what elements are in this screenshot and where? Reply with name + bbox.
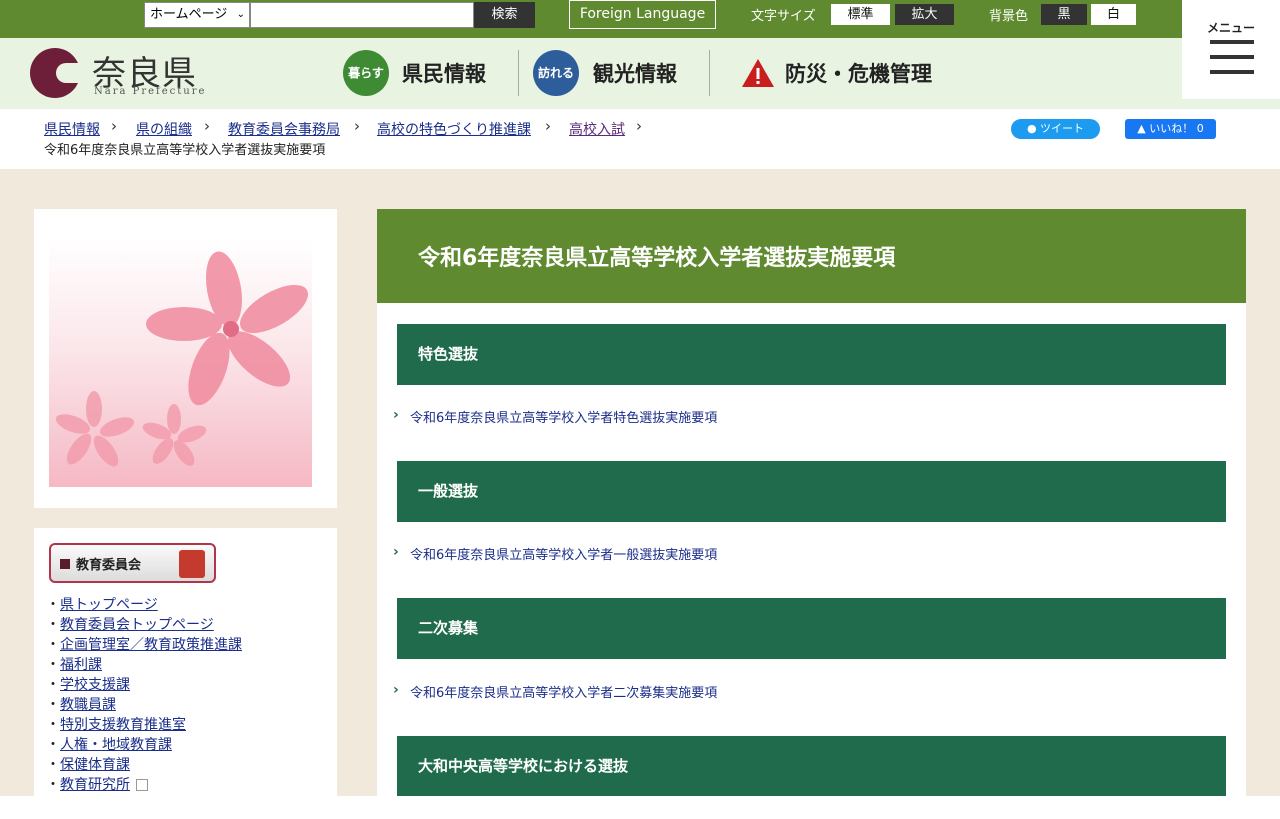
section-heading-text: 二次募集: [418, 619, 479, 637]
sidebar-link[interactable]: 学校支援課: [60, 677, 130, 693]
site-header: 奈良県 Nara Prefecture 暮らす 県民情報 訪れる 観光情報 防災…: [0, 38, 1182, 109]
like-button[interactable]: ▲ いいね！ 0: [1125, 119, 1216, 139]
sidebar-link[interactable]: 特別支援教育推進室: [60, 717, 186, 733]
breadcrumb-item[interactable]: 高校の特色づくり推進課: [377, 119, 531, 139]
sidebar-link[interactable]: 教育委員会トップページ: [60, 617, 214, 633]
sidebar-item: ・企画管理室／教育政策推進課: [46, 637, 242, 653]
bg-black-button[interactable]: 黒: [1041, 4, 1087, 25]
breadcrumb-item[interactable]: 高校入試: [569, 119, 625, 139]
chevron-right-icon: ›: [636, 117, 642, 135]
external-link-icon: [136, 779, 148, 791]
bottom-strip: [0, 796, 1280, 819]
sidebar-item: ・教育研究所: [46, 774, 148, 794]
sidebar-item: ・人権・地域教育課: [46, 737, 172, 753]
prefecture-logo-icon[interactable]: [30, 48, 82, 98]
section-link: › 令和6年度奈良県立高等学校入学者特色選抜実施要項: [393, 407, 717, 426]
hamburger-icon: [1210, 70, 1254, 74]
sidebar-item: ・県トップページ: [46, 597, 158, 613]
chevron-right-icon: ›: [111, 117, 117, 135]
book-icon: [179, 550, 205, 578]
section-heading: 二次募集: [397, 598, 1226, 659]
search-input[interactable]: [250, 2, 474, 28]
breadcrumb-item[interactable]: 教育委員会事務局: [228, 119, 340, 139]
search-button[interactable]: 検索: [474, 2, 535, 28]
sidebar-item: ・学校支援課: [46, 677, 130, 693]
sakura-image: [49, 239, 312, 487]
section-heading: 一般選抜: [397, 461, 1226, 522]
breadcrumb-item[interactable]: 県の組織: [136, 119, 192, 139]
sidebar-item: ・教職員課: [46, 697, 116, 713]
sidebar-link[interactable]: 企画管理室／教育政策推進課: [60, 637, 242, 653]
sidebar-item: ・福利課: [46, 657, 102, 673]
menu-label: メニュー: [1206, 21, 1255, 35]
chevron-right-icon: ›: [545, 117, 551, 135]
edu-committee-badge: 教育委員会: [49, 543, 216, 583]
foreign-language-button[interactable]: Foreign Language: [569, 0, 716, 29]
breadcrumb: 県民情報 › 県の組織 › 教育委員会事務局 › 高校の特色づくり推進課 › 高…: [0, 109, 1280, 169]
section-heading: 大和中央高等学校における選抜: [397, 736, 1226, 796]
twitter-icon: ●: [1026, 122, 1037, 135]
chevron-right-icon: ›: [354, 117, 360, 135]
font-size-label: 文字サイズ: [751, 9, 816, 24]
thumbs-up-icon: ▲: [1137, 122, 1146, 135]
document-link[interactable]: 令和6年度奈良県立高等学校入学者一般選抜実施要項: [410, 548, 717, 563]
chevron-right-icon: ›: [393, 544, 399, 560]
top-utility-bar: ホームページ ⌄ 検索 Foreign Language 文字サイズ 標準 拡大…: [0, 0, 1280, 38]
sidebar-item: ・保健体育課: [46, 757, 130, 773]
tweet-label: ツイート: [1040, 122, 1085, 135]
chevron-down-icon: ⌄: [236, 9, 245, 20]
breadcrumb-current: 令和6年度奈良県立高等学校入学者選抜実施要項: [44, 143, 326, 158]
sidebar-link[interactable]: 教職員課: [60, 697, 116, 713]
font-standard-button[interactable]: 標準: [831, 4, 890, 25]
sidebar-link[interactable]: 人権・地域教育課: [60, 737, 172, 753]
hamburger-icon: [1210, 55, 1254, 59]
nav-bousai[interactable]: 防災・危機管理: [785, 58, 932, 88]
page-title: 令和6年度奈良県立高等学校入学者選抜実施要項: [418, 246, 896, 271]
tweet-button[interactable]: ● ツイート: [1011, 119, 1100, 139]
section-heading-text: 一般選抜: [418, 482, 479, 500]
section-link: › 令和6年度奈良県立高等学校入学者二次募集実施要項: [393, 682, 717, 701]
section-heading: 特色選抜: [397, 324, 1226, 385]
nav-divider: [518, 50, 519, 96]
chevron-right-icon: ›: [393, 407, 399, 423]
site-select[interactable]: ホームページ ⌄: [144, 2, 250, 28]
logo-subtitle: Nara Prefecture: [94, 86, 207, 97]
document-link[interactable]: 令和6年度奈良県立高等学校入学者二次募集実施要項: [410, 686, 717, 701]
sidebar-item: ・教育委員会トップページ: [46, 617, 214, 633]
sidebar-link[interactable]: 教育研究所: [60, 777, 130, 793]
sidebar-menu: 教育委員会 ・県トップページ ・教育委員会トップページ ・企画管理室／教育政策推…: [34, 528, 337, 796]
hamburger-icon: [1210, 40, 1254, 44]
like-label: いいね！ 0: [1149, 122, 1204, 135]
sidebar-link[interactable]: 県トップページ: [60, 597, 158, 613]
font-large-button[interactable]: 拡大: [895, 4, 954, 25]
section-link: › 令和6年度奈良県立高等学校入学者一般選抜実施要項: [393, 544, 717, 563]
nav-kanko-info[interactable]: 観光情報: [593, 58, 677, 88]
menu-button[interactable]: メニュー: [1182, 0, 1280, 99]
section-heading-text: 特色選抜: [418, 345, 479, 363]
background-color-label: 背景色: [989, 9, 1029, 24]
sakura-flower-icon: [55, 251, 308, 467]
chevron-right-icon: ›: [393, 682, 399, 698]
chevron-right-icon: ›: [204, 117, 210, 135]
page-title-bar: 令和6年度奈良県立高等学校入学者選抜実施要項: [377, 209, 1246, 303]
arrow-icon: [60, 559, 70, 569]
sidebar-link[interactable]: 福利課: [60, 657, 102, 673]
otozureru-icon[interactable]: 訪れる: [533, 50, 579, 96]
bg-white-button[interactable]: 白: [1091, 4, 1136, 25]
document-link[interactable]: 令和6年度奈良県立高等学校入学者特色選抜実施要項: [410, 411, 717, 426]
header-strip: [1182, 99, 1280, 109]
breadcrumb-item[interactable]: 県民情報: [44, 119, 100, 139]
warning-icon[interactable]: [741, 58, 775, 88]
sidebar-item: ・特別支援教育推進室: [46, 717, 186, 733]
section-heading-text: 大和中央高等学校における選抜: [418, 757, 629, 775]
nav-divider: [709, 50, 710, 96]
site-select-value: ホームページ: [150, 7, 228, 22]
sidebar-banner: [34, 209, 337, 508]
kurasu-icon[interactable]: 暮らす: [343, 50, 389, 96]
edu-badge-label: 教育委員会: [76, 558, 142, 573]
main-content: 令和6年度奈良県立高等学校入学者選抜実施要項 特色選抜 › 令和6年度奈良県立高…: [377, 209, 1246, 796]
nav-kenmin-info[interactable]: 県民情報: [402, 58, 486, 88]
sidebar-link[interactable]: 保健体育課: [60, 757, 130, 773]
